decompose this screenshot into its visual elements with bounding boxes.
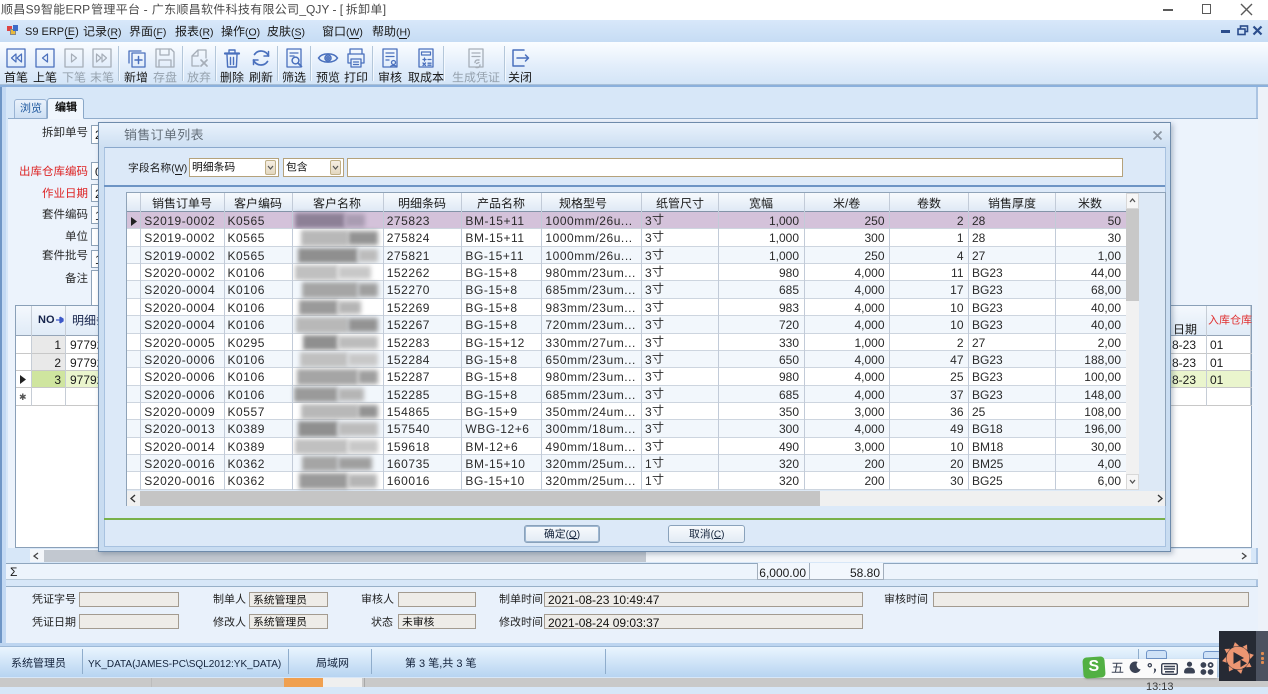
svg-text:]: ] [383, 3, 386, 17]
svg-text:/: / [845, 196, 849, 210]
svg-text:(R): (R) [199, 27, 214, 38]
svg-text:,: , [439, 657, 442, 669]
svg-text:(O): (O) [245, 27, 260, 38]
svg-text:S9: S9 [26, 3, 41, 17]
svg-text:(S): (S) [291, 26, 305, 38]
svg-text:-: - [140, 3, 151, 17]
svg-text:ERP: ERP [65, 3, 90, 17]
svg-text:(H): (H) [396, 27, 411, 38]
svg-text:_QJY - [: _QJY - [ [298, 3, 343, 17]
svg-text:(F): (F) [153, 27, 166, 38]
svg-text:3: 3 [453, 657, 465, 669]
svg-text:(W): (W) [346, 27, 363, 38]
svg-text:(W): (W) [171, 164, 187, 175]
svg-text:3: 3 [416, 657, 428, 669]
svg-text:(R): (R) [107, 27, 122, 38]
